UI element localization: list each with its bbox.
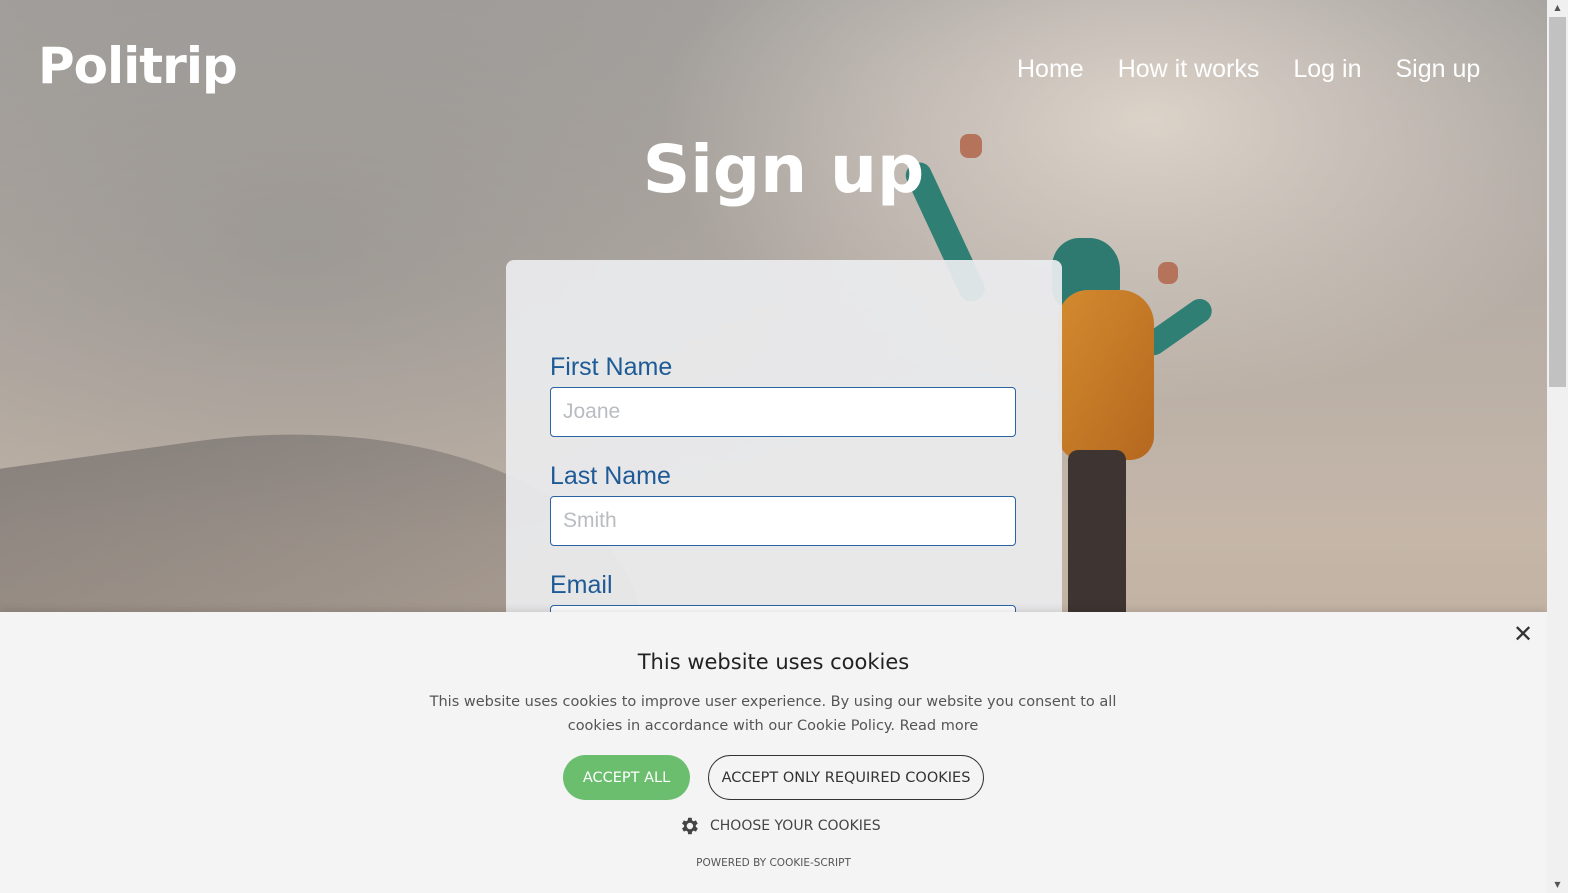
- page-title: Sign up: [642, 131, 925, 208]
- nav-home[interactable]: Home: [1017, 52, 1084, 86]
- cookie-banner: ✕ This website uses cookies This website…: [0, 612, 1547, 893]
- read-more-link[interactable]: Read more: [900, 718, 979, 734]
- first-name-input[interactable]: [550, 387, 1016, 437]
- cookie-banner-body: This website uses cookies to improve use…: [429, 694, 1117, 734]
- nav-sign-up[interactable]: Sign up: [1396, 52, 1481, 86]
- main-nav: Home How it works Log in Sign up: [1000, 52, 1497, 86]
- scroll-down-arrow-icon[interactable]: ▼: [1549, 877, 1566, 893]
- last-name-input[interactable]: [550, 496, 1016, 546]
- accept-required-button[interactable]: ACCEPT ONLY REQUIRED COOKIES: [708, 755, 984, 800]
- cookie-banner-title: This website uses cookies: [637, 650, 910, 674]
- accept-all-button[interactable]: ACCEPT ALL: [563, 755, 690, 800]
- gear-icon: [682, 817, 698, 835]
- close-icon[interactable]: ✕: [1511, 622, 1535, 646]
- site-logo[interactable]: Politrip: [38, 34, 238, 98]
- hiker-right-fist: [1158, 262, 1178, 284]
- choose-cookies-label: CHOOSE YOUR COOKIES: [710, 818, 881, 834]
- email-label: Email: [550, 571, 613, 599]
- hiker-legs: [1068, 450, 1126, 620]
- cookie-banner-text: This website uses cookies to improve use…: [413, 690, 1133, 738]
- hiker-backpack: [1058, 290, 1154, 460]
- nav-log-in[interactable]: Log in: [1293, 52, 1361, 86]
- choose-cookies-button[interactable]: CHOOSE YOUR COOKIES: [678, 814, 881, 838]
- nav-how-it-works[interactable]: How it works: [1118, 52, 1260, 86]
- last-name-label: Last Name: [550, 462, 671, 490]
- powered-by-label: POWERED BY COOKIE-SCRIPT: [696, 857, 851, 869]
- scroll-up-arrow-icon[interactable]: ▲: [1549, 0, 1566, 16]
- scrollbar-thumb[interactable]: [1549, 17, 1566, 387]
- first-name-label: First Name: [550, 353, 673, 381]
